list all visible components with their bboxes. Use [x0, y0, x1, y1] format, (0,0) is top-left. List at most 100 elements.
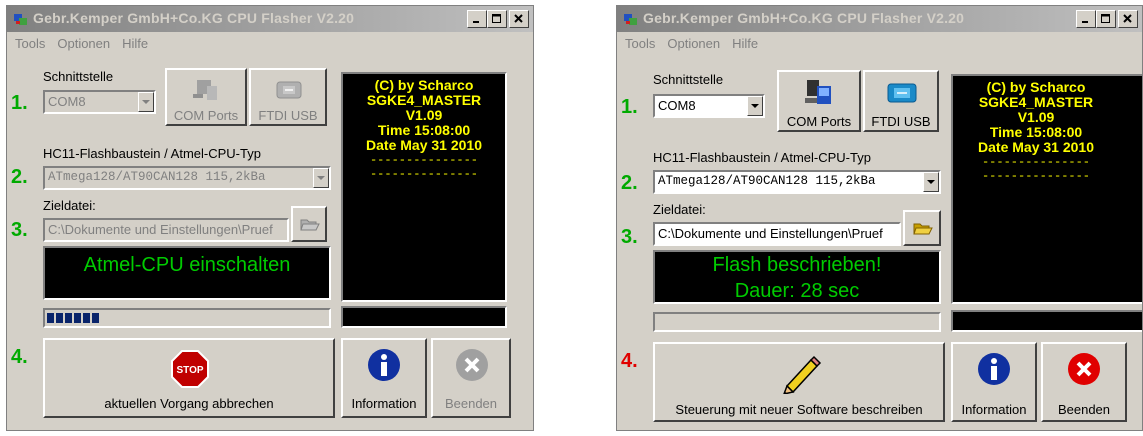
menu-tools[interactable]: Tools: [625, 34, 655, 54]
exit-button[interactable]: Beenden: [1041, 342, 1127, 422]
close-button[interactable]: [1118, 10, 1138, 28]
browse-file-button[interactable]: [291, 206, 327, 242]
status-line-1: Atmel-CPU einschalten: [83, 254, 291, 276]
pencil-icon: [783, 355, 822, 394]
target-file-input[interactable]: C:\Dokumente und Einstellungen\Pruef: [653, 222, 901, 246]
aux-status-bar: [951, 310, 1142, 332]
com-ports-icon: [193, 80, 217, 100]
target-file-label: Zieldatei:: [43, 198, 96, 213]
cancel-process-button[interactable]: STOP aktuellen Vorgang abbrechen: [43, 338, 335, 418]
progress-segment: [47, 313, 54, 323]
step-1-label: 1.: [621, 96, 638, 118]
info-dash: ---------------: [981, 169, 1091, 183]
flasher-window-busy: Gebr.Kemper GmbH+Co.KG CPU Flasher V2.20…: [6, 5, 534, 431]
flasher-window-done: Gebr.Kemper GmbH+Co.KG CPU Flasher V2.20…: [616, 5, 1143, 431]
menu-optionen[interactable]: Optionen: [667, 34, 720, 54]
ftdi-usb-button[interactable]: FTDI USB: [863, 70, 939, 132]
app-icon: [624, 14, 637, 25]
interface-select[interactable]: COM8: [653, 94, 765, 118]
com-ports-label: COM Ports: [173, 108, 239, 123]
window-title: Gebr.Kemper GmbH+Co.KG CPU Flasher V2.20: [643, 10, 965, 26]
cpu-type-select[interactable]: ATmega128/AT90CAN128 115,2kBa: [43, 166, 331, 190]
info-panel: (C) by Scharco SGKE4_MASTER V1.09 Time 1…: [341, 72, 507, 302]
info-date: Date May 31 2010: [366, 137, 482, 153]
progress-segment: [83, 313, 90, 323]
minimize-button[interactable]: [1076, 10, 1096, 28]
info-version: V1.09: [1017, 109, 1055, 125]
menu-bar: Tools Optionen Hilfe: [7, 34, 533, 54]
stop-sign-text: STOP: [176, 365, 203, 376]
dropdown-arrow-icon[interactable]: [923, 172, 939, 192]
com-ports-label: COM Ports: [786, 114, 852, 129]
open-folder-icon: [300, 219, 320, 231]
cpu-type-label: HC11-Flashbaustein / Atmel-CPU-Typ: [653, 150, 871, 165]
menu-hilfe[interactable]: Hilfe: [732, 34, 758, 54]
minimize-button[interactable]: [467, 10, 487, 28]
com-ports-button[interactable]: COM Ports: [777, 70, 861, 132]
info-dash: ---------------: [369, 153, 479, 167]
close-icon: [1123, 14, 1132, 23]
status-line-1: Flash beschrieben!: [712, 254, 882, 276]
status-line-2: Dauer: 28 sec: [734, 280, 860, 302]
cancel-process-label: aktuellen Vorgang abbrechen: [104, 396, 274, 411]
step-4-label: 4.: [621, 350, 638, 372]
progress-bar: [653, 312, 941, 332]
close-button[interactable]: [509, 10, 529, 28]
exit-button[interactable]: Beenden: [431, 338, 511, 418]
progress-segment: [92, 313, 99, 323]
info-date: Date May 31 2010: [978, 139, 1094, 155]
dropdown-arrow-icon[interactable]: [138, 92, 154, 112]
close-icon: [514, 14, 523, 23]
cpu-type-value: ATmega128/AT90CAN128 115,2kBa: [48, 170, 266, 184]
interface-value: COM8: [48, 94, 86, 109]
info-copyright: (C) by Scharco: [986, 79, 1086, 95]
app-icon: [14, 14, 27, 25]
maximize-button[interactable]: [1096, 10, 1116, 28]
aux-status-bar: [341, 306, 507, 328]
interface-label: Schnittstelle: [43, 69, 114, 84]
title-bar[interactable]: Gebr.Kemper GmbH+Co.KG CPU Flasher V2.20: [617, 6, 1142, 32]
target-file-value: C:\Dokumente und Einstellungen\Pruef: [48, 222, 273, 237]
step-2-label: 2.: [11, 166, 28, 188]
menu-bar: Tools Optionen Hilfe: [617, 34, 1142, 54]
information-button[interactable]: Information: [951, 342, 1037, 422]
cpu-type-value: ATmega128/AT90CAN128 115,2kBa: [658, 174, 876, 188]
menu-optionen[interactable]: Optionen: [57, 34, 110, 54]
status-display: Atmel-CPU einschalten: [43, 246, 331, 300]
stop-sign-icon: STOP: [171, 350, 209, 388]
com-ports-button[interactable]: COM Ports: [165, 68, 247, 126]
write-software-label: Steuerung mit neuer Software beschreiben: [675, 402, 923, 417]
maximize-icon: [1101, 14, 1110, 23]
window-title: Gebr.Kemper GmbH+Co.KG CPU Flasher V2.20: [33, 10, 355, 26]
exit-label: Beenden: [444, 396, 498, 411]
ftdi-usb-button[interactable]: FTDI USB: [249, 68, 327, 126]
write-software-button[interactable]: Steuerung mit neuer Software beschreiben: [653, 342, 945, 422]
step-4-label: 4.: [11, 346, 28, 368]
dropdown-arrow-icon[interactable]: [747, 96, 763, 116]
title-bar[interactable]: Gebr.Kemper GmbH+Co.KG CPU Flasher V2.20: [7, 6, 533, 32]
dropdown-arrow-icon[interactable]: [313, 168, 329, 188]
information-button[interactable]: Information: [341, 338, 427, 418]
progress-segment: [74, 313, 81, 323]
browse-file-button[interactable]: [903, 210, 941, 246]
minimize-icon: [473, 21, 479, 23]
target-file-input[interactable]: C:\Dokumente und Einstellungen\Pruef: [43, 218, 289, 242]
interface-select[interactable]: COM8: [43, 90, 156, 114]
ftdi-usb-label: FTDI USB: [871, 114, 931, 129]
cpu-type-label: HC11-Flashbaustein / Atmel-CPU-Typ: [43, 146, 261, 161]
status-display: Flash beschrieben! Dauer: 28 sec: [653, 250, 941, 304]
info-icon: [978, 353, 1010, 385]
info-device: SGKE4_MASTER: [366, 92, 482, 108]
menu-tools[interactable]: Tools: [15, 34, 45, 54]
progress-segment: [65, 313, 72, 323]
maximize-button[interactable]: [487, 10, 507, 28]
interface-value: COM8: [658, 98, 696, 113]
menu-hilfe[interactable]: Hilfe: [122, 34, 148, 54]
progress-bar: [43, 308, 331, 328]
exit-icon: [456, 349, 488, 381]
usb-device-icon: [887, 83, 917, 103]
info-time: Time 15:08:00: [377, 122, 471, 138]
info-device: SGKE4_MASTER: [978, 94, 1094, 110]
cpu-type-select[interactable]: ATmega128/AT90CAN128 115,2kBa: [653, 170, 941, 194]
interface-label: Schnittstelle: [653, 72, 724, 87]
